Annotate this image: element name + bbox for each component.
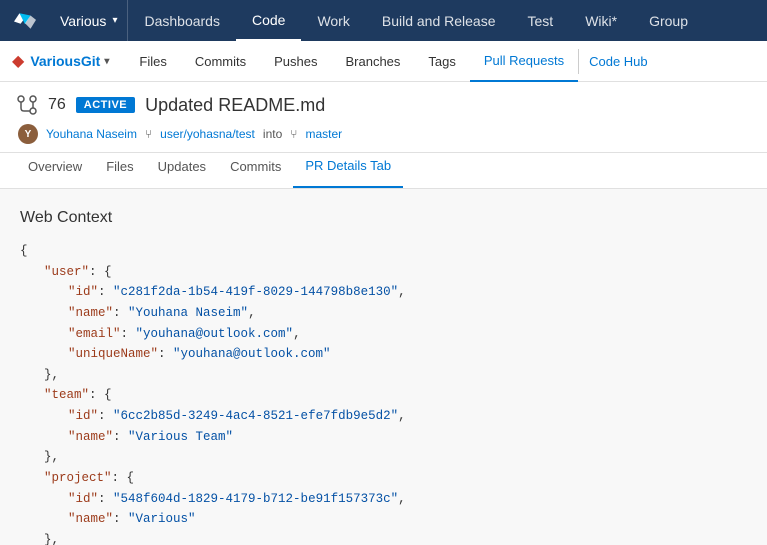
pr-title: Updated README.md <box>145 95 325 116</box>
json-display: { "user": { "id": "c281f2da-1b54-419f-80… <box>20 241 747 545</box>
json-project-key: "project": { <box>20 468 747 489</box>
pr-status-badge: ACTIVE <box>76 97 135 113</box>
pr-header: 76 ACTIVE Updated README.md Y Youhana Na… <box>0 82 767 153</box>
repo-nav-items: Files Commits Pushes Branches Tags Pull … <box>125 41 657 82</box>
top-navigation: Various ▾ Dashboards Code Work Build and… <box>0 0 767 41</box>
nav-item-dashboards[interactable]: Dashboards <box>128 0 236 41</box>
pr-tab-updates[interactable]: Updates <box>146 152 218 188</box>
pr-branch-icon: ⑂ <box>145 127 152 141</box>
section-title: Web Context <box>20 209 747 227</box>
main-content: Web Context { "user": { "id": "c281f2da-… <box>0 189 767 545</box>
pr-author[interactable]: Youhana Naseim <box>46 127 137 141</box>
pr-tab-files[interactable]: Files <box>94 152 145 188</box>
nav-item-group[interactable]: Group <box>633 0 704 41</box>
json-project-name: "name": "Various" <box>20 509 747 530</box>
repo-logo-icon: ◆ <box>12 51 24 71</box>
repo-tab-code-hub[interactable]: Code Hub <box>579 41 658 82</box>
repo-name[interactable]: VariousGit ▾ <box>30 53 109 69</box>
json-team-key: "team": { <box>20 385 747 406</box>
repo-navigation: ◆ VariousGit ▾ Files Commits Pushes Bran… <box>0 41 767 82</box>
pr-into-label: into <box>263 127 282 141</box>
repo-tab-pushes[interactable]: Pushes <box>260 41 331 82</box>
nav-item-code[interactable]: Code <box>236 0 301 41</box>
repo-tab-commits[interactable]: Commits <box>181 41 260 82</box>
repo-tab-files[interactable]: Files <box>125 41 180 82</box>
project-dropdown-chevron: ▾ <box>112 15 117 26</box>
json-team-id: "id": "6cc2b85d-3249-4ac4-8521-efe7fdb9e… <box>20 406 747 427</box>
pr-tab-overview[interactable]: Overview <box>16 152 94 188</box>
repo-tab-tags[interactable]: Tags <box>414 41 469 82</box>
json-user-email: "email": "youhana@outlook.com", <box>20 324 747 345</box>
pr-title-row: 76 ACTIVE Updated README.md <box>16 94 751 116</box>
json-user-uniquename: "uniqueName": "youhana@outlook.com" <box>20 344 747 365</box>
nav-item-work[interactable]: Work <box>301 0 365 41</box>
nav-item-test[interactable]: Test <box>512 0 570 41</box>
pr-number: 76 <box>48 96 66 114</box>
pr-meta: Y Youhana Naseim ⑂ user/yohasna/test int… <box>18 124 751 144</box>
json-user-name: "name": "Youhana Naseim", <box>20 303 747 324</box>
repo-name-text: VariousGit <box>30 53 100 69</box>
json-team-close: }, <box>20 447 747 468</box>
app-logo[interactable] <box>0 0 50 41</box>
top-nav-items: Dashboards Code Work Build and Release T… <box>128 0 704 41</box>
pr-target-branch-icon: ⑂ <box>290 127 297 141</box>
pr-from-branch[interactable]: user/yohasna/test <box>160 127 255 141</box>
pr-tabs: Overview Files Updates Commits PR Detail… <box>0 153 767 189</box>
pr-icon <box>16 94 38 116</box>
repo-tab-pull-requests[interactable]: Pull Requests <box>470 41 578 82</box>
json-project-close: }, <box>20 530 747 545</box>
author-avatar: Y <box>18 124 38 144</box>
json-user-id: "id": "c281f2da-1b54-419f-8029-144798b8e… <box>20 282 747 303</box>
nav-item-wiki[interactable]: Wiki* <box>569 0 633 41</box>
json-team-name: "name": "Various Team" <box>20 427 747 448</box>
pr-tab-commits[interactable]: Commits <box>218 152 293 188</box>
json-open-brace: { <box>20 241 747 262</box>
json-user-close: }, <box>20 365 747 386</box>
json-project-id: "id": "548f604d-1829-4179-b712-be91f1573… <box>20 489 747 510</box>
json-user-key: "user": { <box>20 262 747 283</box>
pr-tab-details[interactable]: PR Details Tab <box>293 152 403 188</box>
pr-to-branch[interactable]: master <box>305 127 342 141</box>
project-selector[interactable]: Various ▾ <box>50 0 128 41</box>
repo-tab-branches[interactable]: Branches <box>331 41 414 82</box>
nav-item-build-release[interactable]: Build and Release <box>366 0 512 41</box>
repo-dropdown-chevron: ▾ <box>104 56 109 67</box>
project-name: Various <box>60 13 106 29</box>
